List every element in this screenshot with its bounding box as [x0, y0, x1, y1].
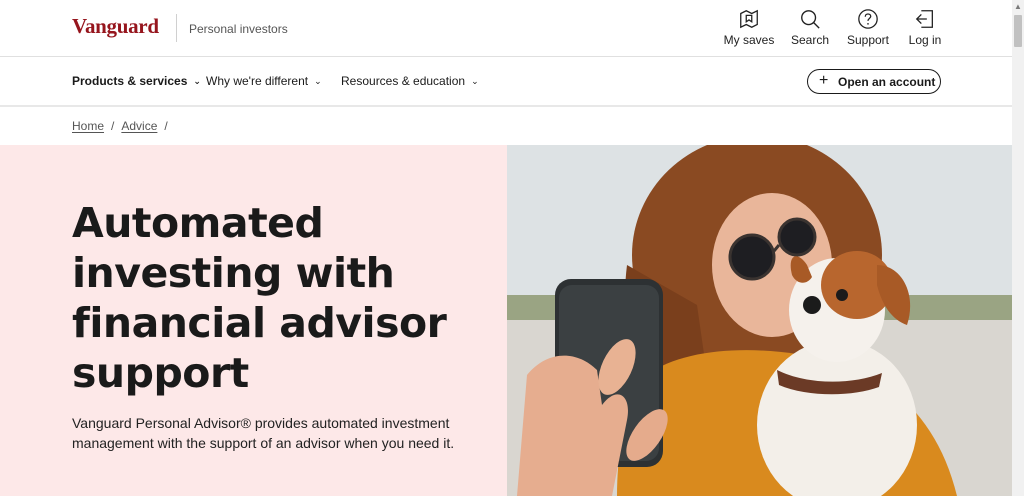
breadcrumb-separator: / — [111, 119, 115, 133]
chevron-down-icon: ⌄ — [314, 76, 322, 86]
nav-why-label: Why we're different — [206, 74, 309, 88]
hero-title-line: financial advisor — [72, 299, 447, 347]
page-scrollbar[interactable]: ▲ — [1012, 0, 1024, 496]
breadcrumb: Home / Advice / — [72, 119, 175, 133]
hero-title: Automated investing with financial advis… — [72, 198, 492, 398]
bookmark-map-icon — [740, 9, 758, 29]
hero-title-line: investing with — [72, 249, 395, 297]
search-icon — [801, 10, 820, 29]
search-label: Search — [790, 33, 830, 47]
scrollbar-thumb[interactable] — [1014, 15, 1022, 47]
breadcrumb-advice[interactable]: Advice — [121, 119, 157, 133]
plus-icon: + — [819, 72, 829, 89]
search-button[interactable]: Search — [778, 8, 842, 50]
open-account-button[interactable]: + Open an account — [807, 69, 941, 94]
nav-products-label: Products & services — [72, 74, 188, 88]
nav-resources-label: Resources & education — [341, 74, 466, 88]
logo-divider — [176, 14, 177, 42]
photo-woman-selfie-with-dog — [507, 145, 1012, 496]
chevron-down-icon: ⌄ — [193, 76, 201, 86]
hero-title-line: Automated — [72, 199, 324, 247]
breadcrumb-home[interactable]: Home — [72, 119, 104, 133]
login-button[interactable]: Log in — [893, 8, 957, 50]
support-label: Support — [846, 33, 890, 47]
nav-products-services[interactable]: Products & services ⌄ — [72, 74, 201, 88]
login-label: Log in — [908, 33, 942, 47]
help-circle-icon — [858, 9, 878, 29]
hero-subtitle: Vanguard Personal Advisor® provides auto… — [72, 415, 455, 451]
breadcrumb-separator: / — [164, 119, 168, 133]
open-account-label: Open an account — [838, 75, 936, 89]
scroll-up-icon[interactable]: ▲ — [1012, 0, 1024, 14]
my-saves-button[interactable]: My saves — [717, 8, 781, 50]
header-top: Vanguard Personal investors My saves Sea… — [0, 0, 1012, 57]
my-saves-label: My saves — [723, 33, 775, 47]
main-nav: Products & services ⌄ Why we're different… — [0, 57, 1012, 107]
nav-why-different[interactable]: Why we're different ⌄ — [206, 74, 322, 88]
nav-resources-education[interactable]: Resources & education ⌄ — [341, 74, 479, 88]
hero-image — [507, 145, 1012, 496]
chevron-down-icon: ⌄ — [471, 76, 479, 86]
hero-text-panel: Automated investing with financial advis… — [0, 145, 507, 496]
support-button[interactable]: Support — [836, 8, 900, 50]
login-icon — [915, 10, 933, 28]
hero-title-line: support — [72, 349, 249, 397]
page: Vanguard Personal investors My saves Sea… — [0, 0, 1012, 496]
audience-label[interactable]: Personal investors — [189, 22, 288, 36]
vanguard-logo[interactable]: Vanguard — [72, 14, 159, 39]
